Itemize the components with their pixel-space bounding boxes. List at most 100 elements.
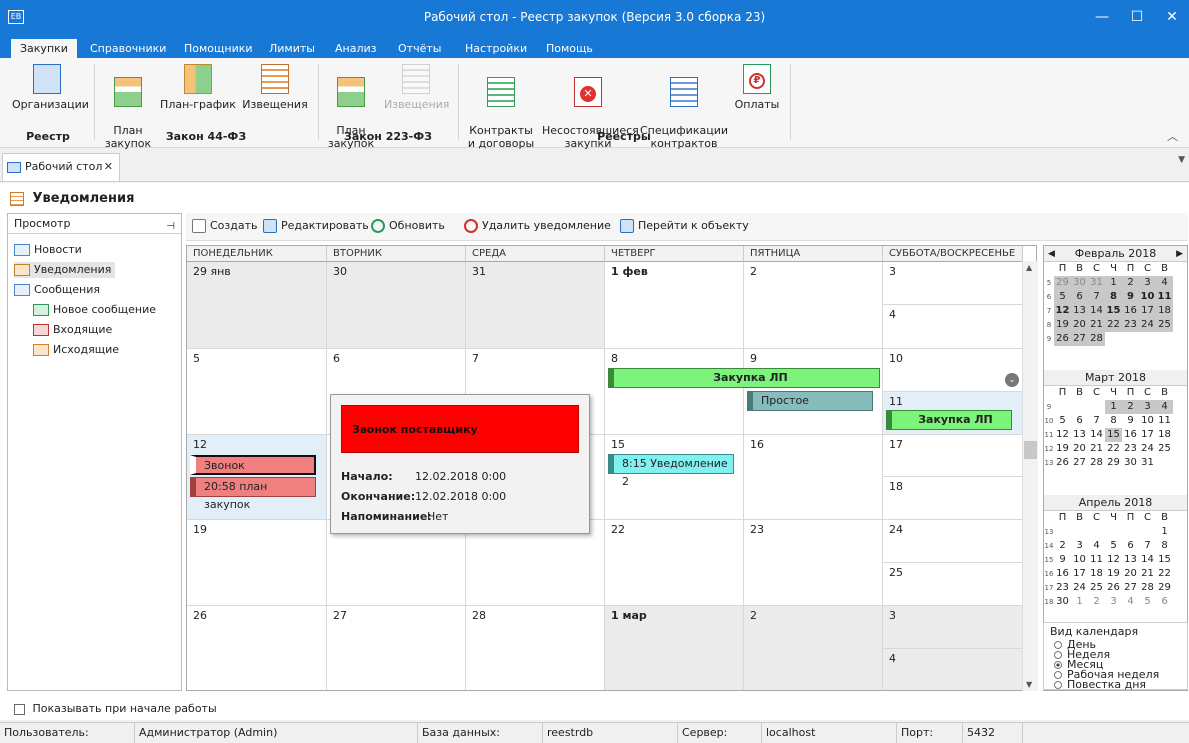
view-radio-week[interactable]: Неделя: [1044, 649, 1187, 660]
day-cell[interactable]: 10: [883, 349, 1023, 392]
event-item[interactable]: 20:58 план закупок: [190, 477, 316, 511]
day-cell[interactable]: 1 мар: [605, 606, 744, 690]
mini-day[interactable]: [1054, 400, 1071, 414]
mini-day[interactable]: 11: [1156, 290, 1173, 304]
day-cell[interactable]: 28: [466, 606, 605, 690]
mini-day[interactable]: 19: [1105, 567, 1122, 581]
tab-limity[interactable]: Лимиты: [260, 39, 324, 58]
mini-day[interactable]: 3: [1105, 595, 1122, 609]
izveshcheniya-223-button[interactable]: Извещения: [384, 64, 449, 111]
mini-day[interactable]: 16: [1122, 428, 1139, 442]
mini-day[interactable]: 6: [1071, 290, 1088, 304]
checkbox-icon[interactable]: [14, 703, 25, 715]
mini-day[interactable]: 4: [1156, 276, 1173, 290]
mini-day[interactable]: 28: [1088, 456, 1105, 470]
tab-otchety[interactable]: Отчёты: [389, 39, 450, 58]
day-cell[interactable]: 4: [883, 305, 1023, 349]
day-cell[interactable]: 19: [187, 520, 327, 606]
mini-day[interactable]: [1122, 525, 1139, 539]
mini-day[interactable]: 28: [1088, 332, 1105, 346]
tab-pomoshchniki[interactable]: Помощники: [175, 39, 262, 58]
mini-day[interactable]: 17: [1139, 428, 1156, 442]
mini-day[interactable]: 16: [1054, 567, 1071, 581]
mini-day[interactable]: 4: [1088, 539, 1105, 553]
mini-day[interactable]: 24: [1139, 318, 1156, 332]
mini-day[interactable]: 13: [1071, 304, 1088, 318]
day-cell[interactable]: 3: [883, 262, 1023, 305]
mini-day[interactable]: 17: [1071, 567, 1088, 581]
mini-day[interactable]: 7: [1088, 290, 1105, 304]
mini-day[interactable]: 11: [1088, 553, 1105, 567]
day-cell[interactable]: 27: [327, 606, 466, 690]
mini-day[interactable]: [1122, 332, 1139, 346]
event-item[interactable]: Простое: [747, 391, 873, 411]
event-item[interactable]: Закупка ЛП: [886, 410, 1012, 430]
mini-day[interactable]: 21: [1088, 318, 1105, 332]
mini-day[interactable]: 27: [1071, 456, 1088, 470]
day-cell[interactable]: 2: [744, 606, 883, 690]
mini-day[interactable]: 8: [1105, 414, 1122, 428]
mini-day[interactable]: 20: [1122, 567, 1139, 581]
refresh-button[interactable]: Обновить: [371, 219, 445, 233]
day-cell[interactable]: 8: [605, 349, 744, 435]
mini-day[interactable]: 24: [1139, 442, 1156, 456]
day-cell[interactable]: 31: [466, 262, 605, 349]
mini-day[interactable]: 30: [1071, 276, 1088, 290]
mini-day[interactable]: [1071, 400, 1088, 414]
scroll-down-icon[interactable]: ▼: [1026, 680, 1032, 689]
mini-day[interactable]: 25: [1088, 581, 1105, 595]
mini-day[interactable]: 23: [1122, 318, 1139, 332]
day-cell[interactable]: 29 янв: [187, 262, 327, 349]
mini-day[interactable]: 30: [1054, 595, 1071, 609]
mini-calendar-grid[interactable]: П В С Ч П С В 9 1 2 3 4 10 5 6 7 8 9 10 11 11 12 13 14 15 16 17 18 1…: [1044, 386, 1187, 470]
mini-day[interactable]: 13: [1071, 428, 1088, 442]
mini-day[interactable]: 7: [1088, 414, 1105, 428]
day-cell[interactable]: 17: [883, 435, 1023, 477]
mini-day[interactable]: 26: [1054, 332, 1071, 346]
tree-item-inbox[interactable]: Входящие: [33, 322, 112, 338]
mini-day[interactable]: [1054, 525, 1071, 539]
mini-day[interactable]: 8: [1156, 539, 1173, 553]
go-to-object-button[interactable]: Перейти к объекту: [620, 219, 749, 233]
mini-day[interactable]: 22: [1156, 567, 1173, 581]
maximize-button[interactable]: ☐: [1120, 0, 1154, 35]
payments-button[interactable]: ₽ Оплаты: [734, 64, 780, 111]
mini-day[interactable]: 15: [1105, 304, 1122, 318]
mini-day[interactable]: [1105, 525, 1122, 539]
view-radio-day[interactable]: День: [1044, 639, 1187, 650]
mini-day[interactable]: 1: [1071, 595, 1088, 609]
organizations-button[interactable]: Организации: [12, 64, 89, 111]
mini-day[interactable]: 24: [1071, 581, 1088, 595]
tree-item-outbox[interactable]: Исходящие: [33, 342, 119, 358]
day-cell[interactable]: 2: [744, 262, 883, 349]
mini-day[interactable]: 20: [1071, 442, 1088, 456]
mini-day[interactable]: 8: [1105, 290, 1122, 304]
mini-day[interactable]: 25: [1156, 442, 1173, 456]
mini-day[interactable]: 11: [1156, 414, 1173, 428]
show-on-start-checkbox[interactable]: Показывать при начале работы: [14, 702, 217, 715]
mini-day[interactable]: 14: [1088, 428, 1105, 442]
mini-day[interactable]: 3: [1139, 400, 1156, 414]
scroll-up-icon[interactable]: ▲: [1026, 263, 1032, 272]
mini-day[interactable]: 21: [1088, 442, 1105, 456]
event-item[interactable]: Закупка ЛП: [608, 368, 880, 388]
day-cell[interactable]: 4: [883, 649, 1023, 690]
plan-grafik-button[interactable]: План-график: [160, 64, 236, 111]
create-button[interactable]: Создать: [192, 219, 258, 233]
mini-day[interactable]: 10: [1139, 290, 1156, 304]
more-events-icon[interactable]: ⌄: [1005, 373, 1019, 387]
mini-day[interactable]: 5: [1054, 414, 1071, 428]
mini-day[interactable]: 4: [1122, 595, 1139, 609]
mini-day[interactable]: [1105, 332, 1122, 346]
mini-day[interactable]: 3: [1139, 276, 1156, 290]
mini-day[interactable]: 22: [1105, 442, 1122, 456]
izveshcheniya-44-button[interactable]: Извещения: [242, 64, 308, 111]
mini-day[interactable]: 2: [1054, 539, 1071, 553]
mini-day[interactable]: 19: [1054, 442, 1071, 456]
mini-day[interactable]: 5: [1105, 539, 1122, 553]
mini-day[interactable]: 2: [1122, 276, 1139, 290]
collapse-ribbon-icon[interactable]: ︿: [1167, 128, 1178, 144]
mini-day[interactable]: 6: [1122, 539, 1139, 553]
mini-day[interactable]: 18: [1088, 567, 1105, 581]
day-cell[interactable]: 18: [883, 477, 1023, 520]
